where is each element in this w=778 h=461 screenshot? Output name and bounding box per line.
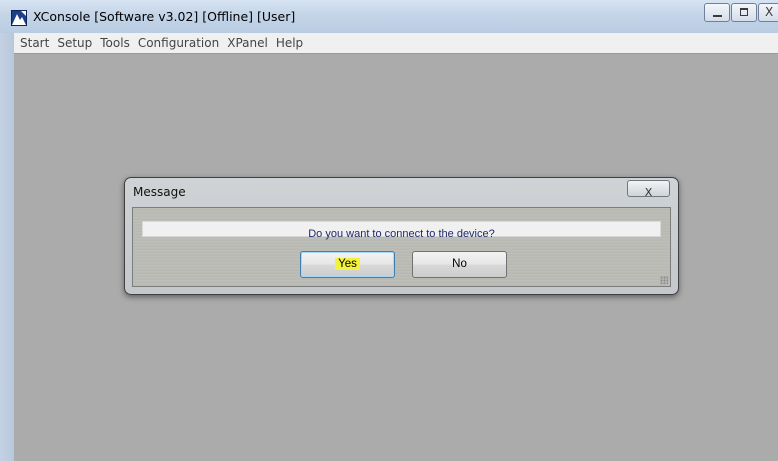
yes-button-label: Yes <box>335 258 360 270</box>
close-glyph: X <box>765 5 774 19</box>
message-dialog: Message X Do you want to connect to the … <box>124 177 679 295</box>
menu-setup[interactable]: Setup <box>53 36 96 50</box>
menu-tools[interactable]: Tools <box>96 36 134 50</box>
message-text: Do you want to connect to the device? <box>308 228 495 240</box>
message-bar: Do you want to connect to the device? <box>142 221 661 240</box>
dialog-title: Message <box>133 185 186 199</box>
title-bar[interactable]: XConsole [Software v3.02] [Offline] [Use… <box>0 0 778 33</box>
window-title: XConsole [Software v3.02] [Offline] [Use… <box>33 9 296 24</box>
no-button[interactable]: No <box>412 251 507 278</box>
app-icon[interactable] <box>11 10 27 26</box>
window-frame-left <box>0 33 14 461</box>
yes-button[interactable]: Yes <box>300 251 395 278</box>
menu-help[interactable]: Help <box>272 36 307 50</box>
close-icon[interactable]: X <box>758 3 778 22</box>
window-controls: X <box>703 3 778 23</box>
dialog-close-button[interactable]: X <box>627 180 670 199</box>
menu-bar: Start Setup Tools Configuration XPanel H… <box>14 33 778 53</box>
close-icon: X <box>644 186 653 199</box>
menu-xpanel[interactable]: XPanel <box>223 36 272 50</box>
menu-start[interactable]: Start <box>14 36 53 50</box>
dialog-body: Do you want to connect to the device? Ye… <box>132 207 671 287</box>
resize-grip-icon[interactable] <box>660 276 668 284</box>
application-window: XConsole [Software v3.02] [Offline] [Use… <box>0 0 778 461</box>
no-button-label: No <box>452 258 467 270</box>
minimize-icon[interactable] <box>704 3 730 22</box>
menu-configuration[interactable]: Configuration <box>134 36 223 50</box>
maximize-icon[interactable] <box>731 3 757 22</box>
